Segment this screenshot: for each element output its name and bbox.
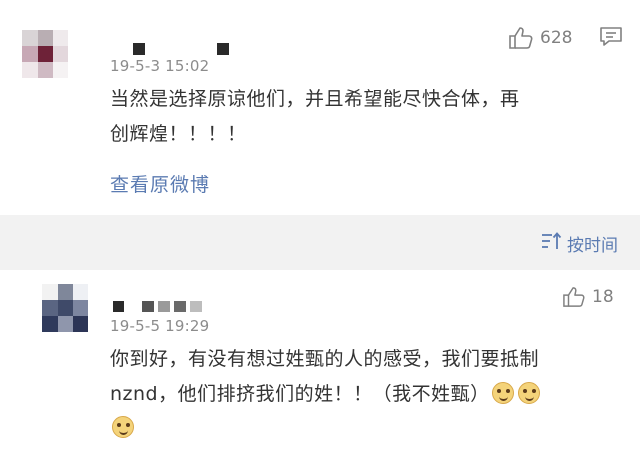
like-count: 18: [592, 287, 614, 307]
comment-text-line: [110, 410, 136, 446]
comment-card-2: 19-5-5 19:29 18 你到好，有没有想过姓甄的人的感受，我们要抵制 n…: [0, 270, 640, 450]
doge-emoji-icon: [491, 382, 514, 404]
sort-label: 按时间: [567, 236, 618, 256]
view-original-post-link[interactable]: 查看原微博: [110, 170, 210, 197]
comment-icon[interactable]: [599, 26, 623, 52]
like-count: 628: [540, 28, 573, 48]
sort-by-time-button[interactable]: 按时间: [541, 231, 618, 256]
comment-text-line: 创辉煌！！！！: [110, 123, 247, 145]
comment-card-1: 19-5-3 15:02 628 当然是选择原谅他们，并且希望能尽快合体，再 创…: [0, 0, 640, 215]
comment-text-line: 当然是选择原谅他们，并且希望能尽快合体，再: [110, 88, 520, 110]
thumbs-up-icon: [562, 286, 586, 308]
username-mosaic[interactable]: [133, 43, 229, 55]
comment-text-line-2: nznd，他们排挤我们的姓！！（我不姓甄）: [110, 383, 490, 405]
username-mosaic[interactable]: [113, 301, 202, 312]
like-button[interactable]: 18: [562, 286, 614, 308]
doge-emoji-icon: [517, 382, 540, 404]
comment-timestamp: 19-5-3 15:02: [110, 57, 210, 75]
thumbs-up-icon: [508, 26, 534, 50]
like-button[interactable]: 628: [508, 26, 572, 50]
comment-text-line: 你到好，有没有想过姓甄的人的感受，我们要抵制: [110, 348, 540, 370]
comment-timestamp: 19-5-5 19:29: [110, 317, 210, 335]
sort-icon: [541, 231, 563, 256]
avatar[interactable]: [22, 30, 68, 78]
avatar[interactable]: [42, 284, 88, 332]
doge-emoji-icon: [112, 416, 134, 438]
comment-text-line: nznd，他们排挤我们的姓！！（我不姓甄）: [110, 376, 542, 412]
